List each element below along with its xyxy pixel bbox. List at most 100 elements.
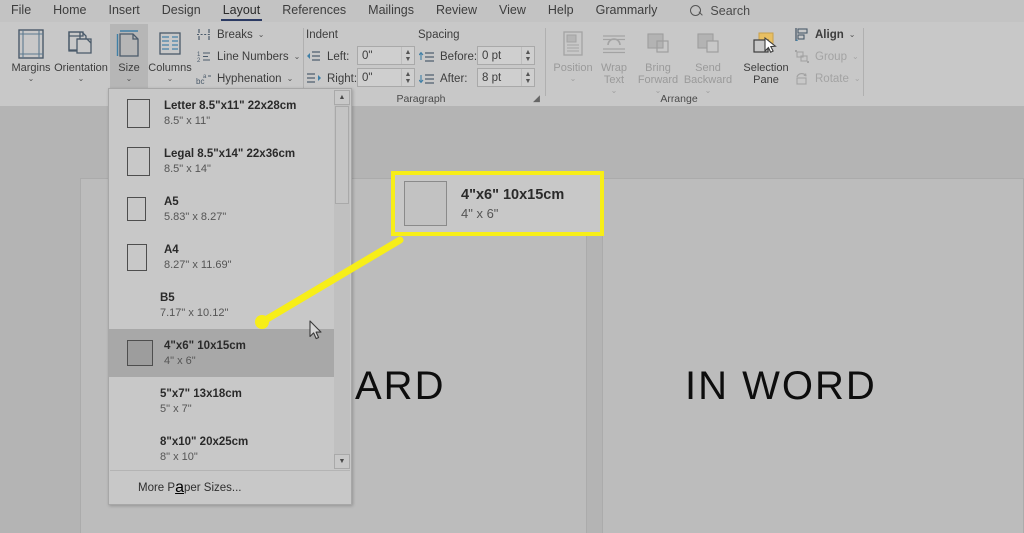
send-backward-button[interactable]: Send Backward ⌄ — [682, 24, 734, 96]
rotate-menu[interactable]: Rotate ⌄ — [794, 71, 861, 86]
align-menu[interactable]: Align ⌄ — [794, 27, 855, 42]
tab-label: Mailings — [368, 3, 414, 17]
spacing-before-input[interactable]: 0 pt ▲▼ — [477, 46, 535, 65]
page-preview-icon — [404, 181, 447, 226]
size-dropdown-menu[interactable]: Letter 8.5"x11" 22x28cm 8.5" x 11" Legal… — [108, 88, 352, 505]
option-title: B5 — [160, 291, 228, 305]
spacing-after-label: After: — [419, 71, 467, 86]
field-label: After: — [440, 73, 467, 85]
dropdown-scrollbar[interactable]: ▲ ▼ — [334, 90, 350, 469]
chevron-down-icon: ⌄ — [854, 74, 861, 83]
tab-layout[interactable]: Layout — [212, 0, 272, 22]
tab-insert[interactable]: Insert — [98, 0, 151, 22]
size-button[interactable]: Size ⌄ — [110, 24, 148, 96]
tab-label: References — [282, 3, 346, 17]
size-option-4x6[interactable]: 4"x6" 10x15cm 4" x 6" — [109, 329, 335, 377]
more-paper-sizes-item[interactable]: More Paper Sizes... — [110, 471, 352, 504]
ribbon-tab-bar: File Home Insert Design Layout Reference… — [0, 0, 1024, 22]
orientation-button[interactable]: Orientation ⌄ — [50, 24, 112, 96]
chevron-down-icon: ⌄ — [28, 74, 35, 83]
columns-button[interactable]: Columns ⌄ — [146, 24, 194, 96]
button-label: Wrap Text — [594, 62, 634, 86]
chevron-down-icon: ⌄ — [258, 30, 265, 39]
tab-references[interactable]: References — [271, 0, 357, 22]
chevron-down-icon: ⌄ — [78, 74, 85, 83]
option-title: Legal 8.5"x14" 22x36cm — [164, 147, 295, 161]
position-button[interactable]: Position ⌄ — [550, 24, 596, 96]
tab-label: View — [499, 3, 526, 17]
size-dropdown-list[interactable]: Letter 8.5"x11" 22x28cm 8.5" x 11" Legal… — [109, 89, 335, 470]
indent-right-icon — [306, 71, 322, 86]
scroll-down-button[interactable]: ▼ — [334, 454, 350, 469]
search-icon — [690, 5, 703, 18]
margins-icon — [18, 27, 44, 61]
indent-left-label: Left: — [306, 49, 349, 64]
search-label: Search — [710, 4, 750, 18]
size-icon — [116, 27, 142, 61]
breaks-menu[interactable]: Breaks ⌄ — [196, 27, 265, 42]
size-option-8x10[interactable]: 8"x10" 20x25cm 8" x 10" — [109, 425, 335, 470]
spinner-arrows[interactable]: ▲▼ — [521, 47, 534, 64]
size-option-b5[interactable]: B5 7.17" x 10.12" — [109, 281, 335, 329]
search-box[interactable]: Search — [690, 4, 750, 18]
tab-mailings[interactable]: Mailings — [357, 0, 425, 22]
button-label: Position — [553, 62, 592, 74]
tab-view[interactable]: View — [488, 0, 537, 22]
line-numbers-menu[interactable]: 1 2 Line Numbers ⌄ — [196, 49, 300, 64]
button-label: Selection Pane — [740, 62, 792, 86]
line-numbers-icon: 1 2 — [196, 49, 212, 64]
tab-file[interactable]: File — [0, 0, 42, 22]
hyphenation-menu[interactable]: bc a Hyphenation ⌄ — [196, 71, 293, 86]
footer-label-prefix: More P — [138, 482, 175, 494]
tab-home[interactable]: Home — [42, 0, 97, 22]
size-option-letter[interactable]: Letter 8.5"x11" 22x28cm 8.5" x 11" — [109, 89, 335, 137]
option-dimensions: 7.17" x 10.12" — [160, 306, 228, 320]
tab-grammarly[interactable]: Grammarly — [585, 0, 669, 22]
svg-text:a: a — [203, 74, 207, 80]
wrap-text-button[interactable]: Wrap Text ⌄ — [594, 24, 634, 96]
button-label: Margins — [11, 62, 50, 74]
spinner-arrows[interactable]: ▲▼ — [521, 69, 534, 86]
group-icon — [794, 49, 810, 64]
callout-highlight-box: 4"x6" 10x15cm 4" x 6" — [391, 171, 604, 236]
size-option-legal[interactable]: Legal 8.5"x14" 22x36cm 8.5" x 14" — [109, 137, 335, 185]
option-dimensions: 5" x 7" — [160, 402, 242, 416]
document-page-right[interactable]: IN WORD — [602, 178, 1024, 533]
spacing-before-icon — [419, 49, 435, 64]
spinner-arrows[interactable]: ▲▼ — [401, 69, 414, 86]
option-dimensions: 8.5" x 11" — [164, 114, 296, 128]
tab-help[interactable]: Help — [537, 0, 585, 22]
paragraph-dialog-launcher[interactable]: ◢ — [533, 93, 540, 104]
size-option-a4[interactable]: A4 8.27" x 11.69" — [109, 233, 335, 281]
menu-label: Breaks — [217, 29, 253, 41]
selection-pane-icon — [751, 27, 781, 61]
size-option-5x7[interactable]: 5"x7" 13x18cm 5" x 7" — [109, 377, 335, 425]
tab-review[interactable]: Review — [425, 0, 488, 22]
chevron-down-icon: ⌄ — [852, 52, 859, 61]
group-divider — [545, 28, 546, 96]
selection-pane-button[interactable]: Selection Pane — [740, 24, 792, 96]
orientation-icon — [66, 27, 96, 61]
chevron-down-icon: ⌄ — [294, 52, 301, 61]
align-icon — [794, 27, 810, 42]
scrollbar-thumb[interactable] — [335, 106, 349, 204]
option-dimensions: 8.5" x 14" — [164, 162, 295, 176]
size-option-a5[interactable]: A5 5.83" x 8.27" — [109, 185, 335, 233]
indent-right-input[interactable]: 0" ▲▼ — [357, 68, 415, 87]
option-title: 8"x10" 20x25cm — [160, 435, 248, 449]
tab-design[interactable]: Design — [151, 0, 212, 22]
scroll-up-button[interactable]: ▲ — [334, 90, 350, 105]
spinner-arrows[interactable]: ▲▼ — [401, 47, 414, 64]
option-title: 5"x7" 13x18cm — [160, 387, 242, 401]
page-heading-left: ARD — [355, 364, 445, 409]
tab-label: Help — [548, 3, 574, 17]
option-dimensions: 4" x 6" — [164, 354, 246, 368]
field-label: Left: — [327, 51, 349, 63]
option-title: A5 — [164, 195, 226, 209]
spacing-after-input[interactable]: 8 pt ▲▼ — [477, 68, 535, 87]
bring-forward-button[interactable]: Bring Forward ⌄ — [634, 24, 682, 96]
group-menu[interactable]: Group ⌄ — [794, 49, 859, 64]
callout-dimensions: 4" x 6" — [461, 205, 564, 222]
button-label: Columns — [148, 62, 191, 74]
indent-left-input[interactable]: 0" ▲▼ — [357, 46, 415, 65]
